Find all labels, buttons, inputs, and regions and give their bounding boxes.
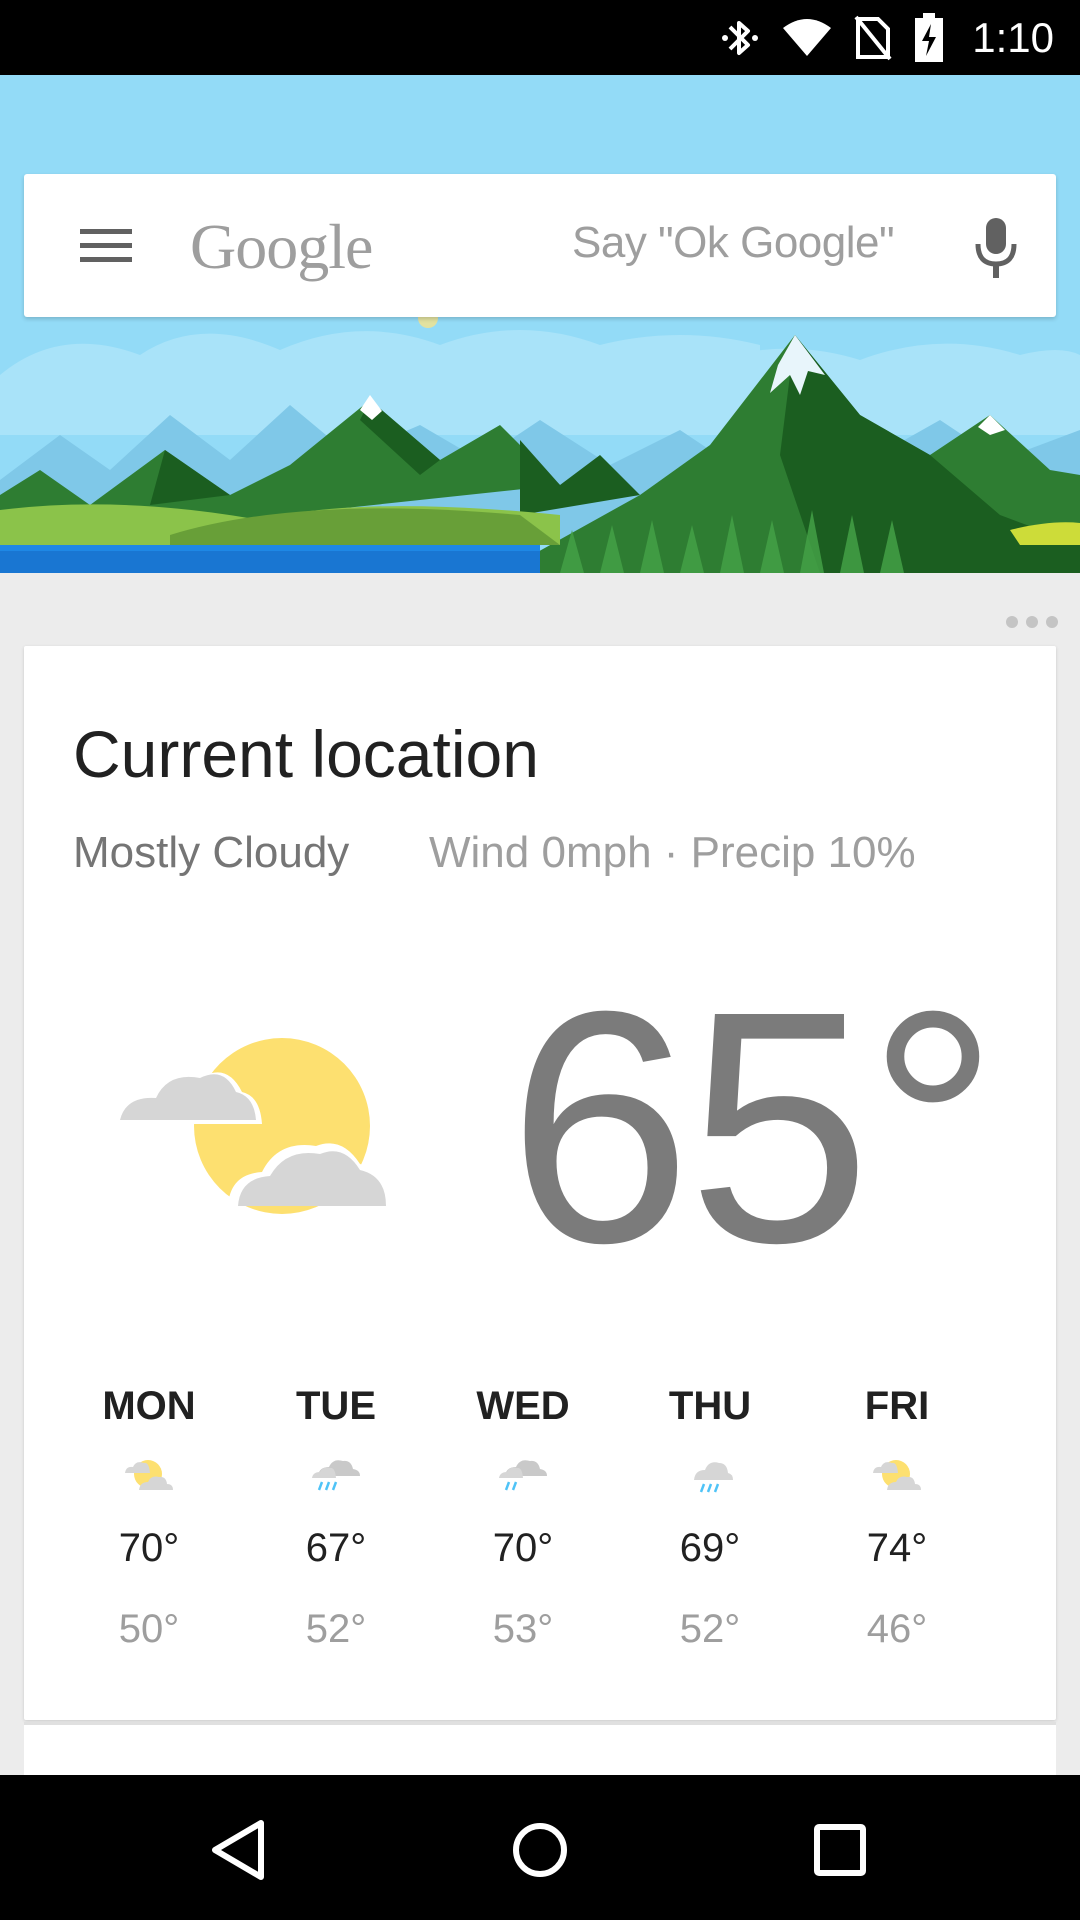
google-logo: Google xyxy=(190,211,373,282)
rain-icon xyxy=(499,1460,547,1491)
forecast-day[interactable]: WED 70° 53° xyxy=(438,1384,608,1652)
back-icon[interactable] xyxy=(195,1805,285,1895)
battery-charging-icon xyxy=(915,12,944,62)
more-options-icon[interactable] xyxy=(1004,615,1060,629)
day-low: 53° xyxy=(492,1607,554,1651)
home-icon[interactable] xyxy=(495,1805,585,1895)
day-name: MON xyxy=(102,1384,196,1428)
status-time: 1:10 xyxy=(972,13,1054,61)
day-name: TUE xyxy=(296,1384,376,1428)
day-high: 74° xyxy=(866,1526,928,1570)
forecast-row: MON 70° 50° TUE 67° 52° WED 70° 53° THU … xyxy=(64,1384,1004,1684)
wifi-icon xyxy=(783,18,832,56)
header-landscape xyxy=(0,75,1080,573)
navigation-bar xyxy=(0,1775,1080,1920)
current-temperature: 65° xyxy=(508,942,999,1311)
status-icons: 1:10 xyxy=(720,0,1054,75)
mic-icon[interactable] xyxy=(972,214,1020,282)
day-name: THU xyxy=(668,1384,752,1428)
day-high: 67° xyxy=(305,1526,367,1570)
day-low: 50° xyxy=(118,1607,180,1651)
next-card-peek[interactable] xyxy=(24,1725,1056,1775)
forecast-day[interactable]: MON 70° 50° xyxy=(64,1384,234,1652)
rain-icon xyxy=(694,1462,733,1493)
search-hint[interactable]: Say "Ok Google" xyxy=(572,218,895,268)
day-high: 70° xyxy=(118,1526,180,1570)
day-low: 46° xyxy=(866,1607,928,1651)
wind-precip: Wind 0mph · Precip 10% xyxy=(429,828,916,877)
weather-condition: Mostly Cloudy xyxy=(73,828,350,877)
no-sim-icon xyxy=(854,15,892,60)
recents-icon[interactable] xyxy=(795,1805,885,1895)
status-bar: 1:10 xyxy=(0,0,1080,75)
menu-icon[interactable] xyxy=(80,221,132,269)
partly-cloudy-icon xyxy=(873,1460,921,1490)
day-high: 69° xyxy=(679,1526,741,1570)
location-title: Current location xyxy=(73,717,539,791)
day-name: WED xyxy=(476,1384,570,1428)
partly-cloudy-icon xyxy=(120,1038,388,1214)
weather-card[interactable]: Current location Mostly Cloudy Wind 0mph… xyxy=(24,646,1056,1720)
day-low: 52° xyxy=(679,1607,741,1651)
partly-cloudy-icon xyxy=(125,1460,173,1490)
forecast-day[interactable]: FRI 74° 46° xyxy=(812,1384,982,1652)
forecast-day[interactable]: TUE 67° 52° xyxy=(251,1384,421,1652)
rain-icon xyxy=(312,1460,360,1491)
day-high: 70° xyxy=(492,1526,554,1570)
bluetooth-icon xyxy=(722,20,759,55)
search-bar[interactable]: Google Say "Ok Google" xyxy=(24,174,1056,317)
forecast-day[interactable]: THU 69° 52° xyxy=(625,1384,795,1652)
day-low: 52° xyxy=(305,1607,367,1651)
day-name: FRI xyxy=(864,1384,930,1428)
